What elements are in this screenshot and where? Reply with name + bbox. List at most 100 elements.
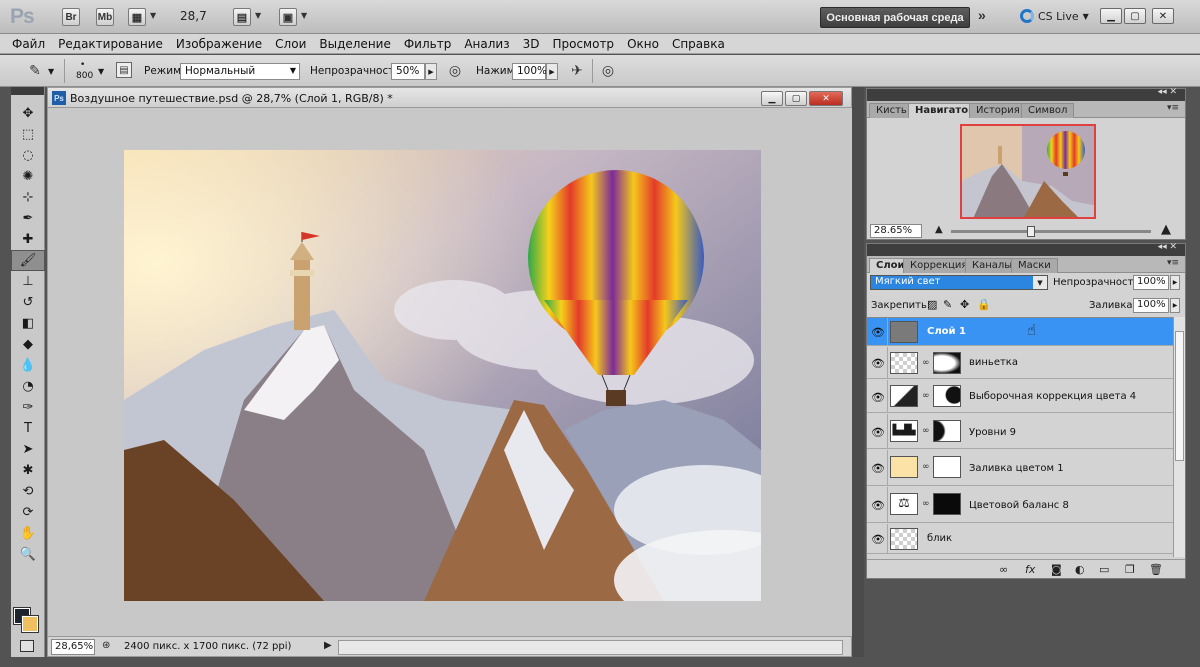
tablet-pressure-opacity-icon[interactable]: ◎	[446, 62, 464, 80]
layer-thumbnail[interactable]	[890, 352, 918, 374]
layer-name[interactable]: Слой 1	[927, 326, 966, 337]
tab-masks[interactable]: Маски	[1011, 258, 1058, 273]
layer-name[interactable]: Уровни 9	[969, 427, 1016, 438]
visibility-eye-icon[interactable]: 👁	[871, 498, 885, 512]
dodge-tool-icon[interactable]: ◔	[11, 376, 45, 397]
mask-link-icon[interactable]: ∞	[922, 462, 930, 472]
zoom-slider[interactable]	[951, 230, 1151, 233]
menu-file[interactable]: Файл	[12, 37, 45, 51]
status-menu-arrow-icon[interactable]: ▶	[324, 640, 332, 651]
menu-layer[interactable]: Слои	[275, 37, 306, 51]
bridge-button[interactable]: Br	[62, 8, 80, 26]
layer-name[interactable]: Заливка цветом 1	[969, 463, 1064, 474]
minimize-button[interactable]: ▁	[1100, 8, 1122, 24]
zoom-out-icon[interactable]: ▲	[935, 224, 943, 235]
doc-close-button[interactable]: ✕	[809, 91, 843, 106]
panel-header[interactable]: ◂◂ ✕	[867, 242, 1185, 256]
mask-link-icon[interactable]: ∞	[922, 391, 930, 401]
doc-maximize-button[interactable]: ▢	[785, 91, 807, 106]
opacity-input[interactable]: 50%	[391, 63, 425, 80]
visibility-eye-icon[interactable]: 👁	[871, 532, 885, 546]
3d-orbit-tool-icon[interactable]: ⟳	[11, 502, 45, 523]
selective-color-icon[interactable]	[890, 385, 918, 407]
navigator-zoom-field[interactable]: 28.65%	[870, 224, 922, 238]
add-mask-icon[interactable]: ◙	[1051, 563, 1062, 576]
layer-name[interactable]: Цветовой баланс 8	[969, 500, 1069, 511]
airbrush-icon[interactable]: ✈	[568, 62, 586, 80]
arrange-documents-button[interactable]: ▤	[233, 8, 251, 26]
layer-name[interactable]: Выборочная коррекция цвета 4	[969, 391, 1136, 402]
navigator-preview[interactable]	[960, 124, 1096, 219]
flow-slider-toggle[interactable]: ▶	[546, 63, 558, 80]
panel-menu-icon[interactable]: ▾≡	[1167, 258, 1179, 268]
clone-stamp-tool-icon[interactable]: ⊥	[11, 271, 45, 292]
fill-input[interactable]: 100%	[1133, 298, 1169, 313]
fill-slider-toggle[interactable]: ▶	[1170, 298, 1180, 313]
menu-edit[interactable]: Редактирование	[58, 37, 163, 51]
tablet-pressure-size-icon[interactable]: ◎	[599, 62, 617, 80]
marquee-tool-icon[interactable]: ⬚	[11, 124, 45, 145]
quick-selection-tool-icon[interactable]: ✺	[11, 166, 45, 187]
move-tool-icon[interactable]: ✥	[11, 103, 45, 124]
layer-mask-thumbnail[interactable]	[933, 420, 961, 442]
layer-row[interactable]: 👁 ⚖ ∞ Цветовой баланс 8	[867, 487, 1173, 523]
blend-mode-select[interactable]: Мягкий свет ▼	[870, 275, 1048, 290]
menu-help[interactable]: Справка	[672, 37, 725, 51]
levels-icon[interactable]: ▙▟▙	[890, 420, 918, 442]
menu-select[interactable]: Выделение	[319, 37, 390, 51]
scrollbar-thumb[interactable]	[1175, 331, 1184, 461]
layer-mask-thumbnail[interactable]	[933, 456, 961, 478]
type-tool-icon[interactable]: T	[11, 418, 45, 439]
zoom-level[interactable]: 28,7	[180, 9, 207, 23]
layer-mask-thumbnail[interactable]	[933, 352, 961, 374]
layer-thumbnail[interactable]	[890, 321, 918, 343]
mini-bridge-button[interactable]: Mb	[96, 8, 114, 26]
layer-row[interactable]: 👁 ∞ Заливка цветом 1	[867, 450, 1173, 486]
layer-row[interactable]: 👁 Слой 1 ☝	[867, 318, 1173, 346]
mode-select[interactable]: Нормальный ▼	[180, 63, 300, 80]
chevron-down-icon[interactable]: ▼	[255, 11, 261, 20]
mask-link-icon[interactable]: ∞	[922, 426, 930, 436]
tab-adjustments[interactable]: Коррекция	[903, 258, 975, 273]
crop-tool-icon[interactable]: ⊹	[11, 187, 45, 208]
status-settings-icon[interactable]: ⊛	[102, 640, 110, 651]
menu-view[interactable]: Просмотр	[552, 37, 614, 51]
collapse-panel-icon[interactable]: ◂◂ ✕	[1158, 242, 1177, 252]
maximize-button[interactable]: ▢	[1124, 8, 1146, 24]
lock-pixels-icon[interactable]: ✎	[943, 298, 952, 311]
canvas-area[interactable]	[47, 108, 852, 636]
document-tab[interactable]: Ps Воздушное путешествие.psd @ 28,7% (Сл…	[47, 87, 852, 108]
visibility-eye-icon[interactable]: 👁	[871, 461, 885, 475]
link-layers-icon[interactable]: ∞	[999, 563, 1008, 576]
menu-image[interactable]: Изображение	[176, 37, 262, 51]
lock-all-icon[interactable]: 🔒	[977, 298, 991, 311]
color-balance-icon[interactable]: ⚖	[890, 493, 918, 515]
new-layer-icon[interactable]: ❐	[1125, 563, 1135, 576]
layer-mask-thumbnail[interactable]	[933, 385, 961, 407]
panel-menu-icon[interactable]: ▾≡	[1167, 103, 1179, 113]
mask-link-icon[interactable]: ∞	[922, 499, 930, 509]
new-group-icon[interactable]: ▭	[1099, 563, 1109, 576]
visibility-eye-icon[interactable]: 👁	[871, 325, 885, 339]
layer-thumbnail[interactable]	[890, 528, 918, 550]
view-extras-button[interactable]: ▦	[128, 8, 146, 26]
path-selection-tool-icon[interactable]: ➤	[11, 439, 45, 460]
visibility-eye-icon[interactable]: 👁	[871, 425, 885, 439]
eraser-tool-icon[interactable]: ◧	[11, 313, 45, 334]
collapse-panel-icon[interactable]: ◂◂ ✕	[1158, 87, 1177, 97]
new-adjustment-layer-icon[interactable]: ◐	[1075, 563, 1085, 576]
lock-transparency-icon[interactable]: ▨	[927, 298, 937, 311]
chevron-down-icon[interactable]: ▼	[48, 67, 54, 76]
layer-thumbnail[interactable]	[890, 456, 918, 478]
shape-tool-icon[interactable]: ✱	[11, 460, 45, 481]
layer-opacity-slider-toggle[interactable]: ▶	[1170, 275, 1180, 290]
brush-tool-preset-icon[interactable]: ✎	[26, 62, 44, 80]
menu-filter[interactable]: Фильтр	[404, 37, 451, 51]
brush-panel-toggle-icon[interactable]: ▤	[116, 62, 132, 78]
layer-name[interactable]: виньетка	[969, 357, 1018, 368]
background-color-swatch[interactable]	[21, 615, 39, 633]
status-zoom-field[interactable]: 28,65%	[51, 639, 95, 655]
pen-tool-icon[interactable]: ✑	[11, 397, 45, 418]
history-brush-tool-icon[interactable]: ↺	[11, 292, 45, 313]
chevron-down-icon[interactable]: ▼	[98, 67, 104, 76]
